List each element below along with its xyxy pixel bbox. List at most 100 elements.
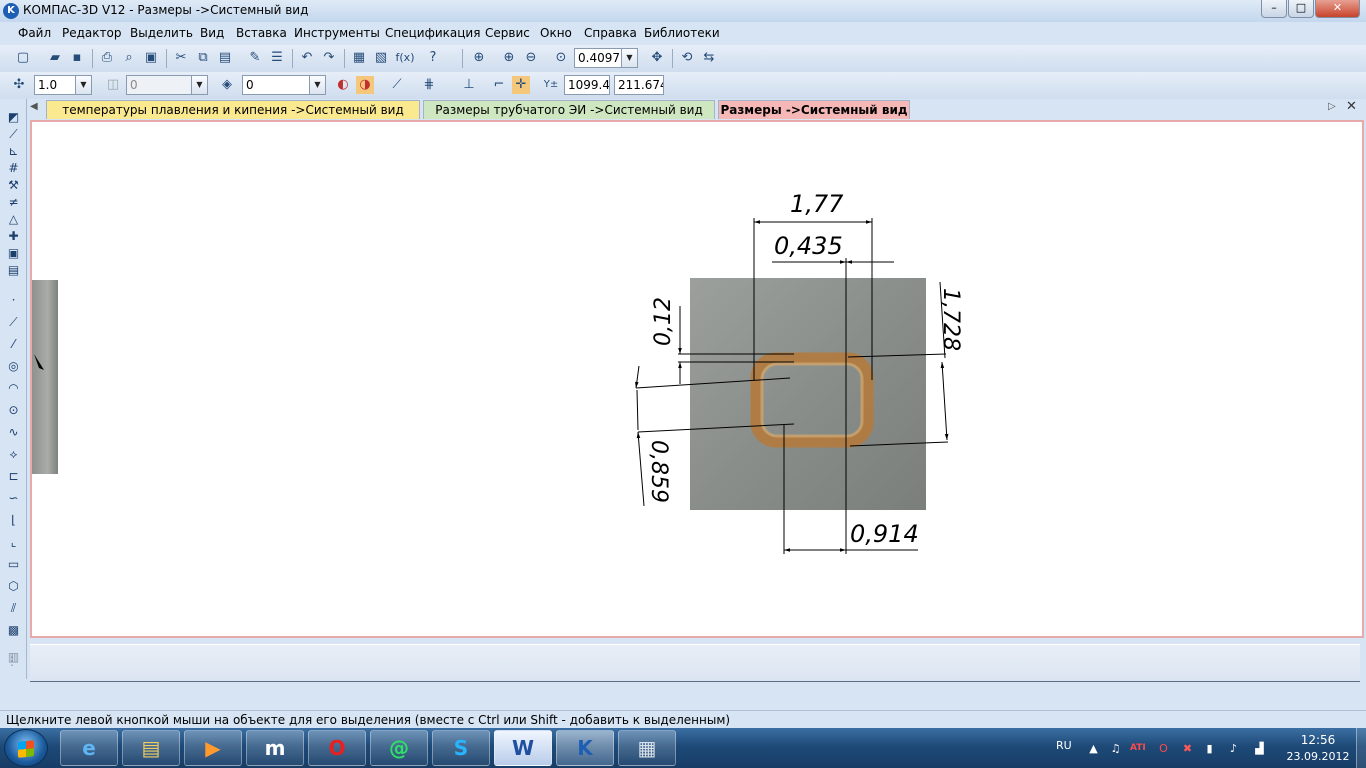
menu-editor[interactable]: Редактор (62, 26, 121, 40)
close-document-icon[interactable]: ✕ (1346, 99, 1357, 114)
close-button[interactable]: ✕ (1315, 0, 1360, 18)
copy-icon[interactable]: ⧉ (194, 49, 212, 67)
edit-icon[interactable]: ⚒ (5, 177, 22, 194)
taskbar-ie-button[interactable]: e (60, 730, 118, 766)
menu-file[interactable]: Файл (18, 26, 51, 40)
taskbar-explorer-button[interactable]: ▤ (122, 730, 180, 766)
point-icon[interactable]: · (5, 292, 22, 309)
zoom-out-icon[interactable]: ⊖ (522, 49, 540, 67)
menu-select[interactable]: Выделить (130, 26, 193, 40)
contour-icon[interactable]: ⬡ (5, 578, 22, 595)
tab-sizes-active[interactable]: Размеры ->Системный вид (718, 100, 910, 119)
grid-icon[interactable]: ⋕ (420, 76, 438, 94)
local-snap-icon[interactable]: ◑ (356, 76, 374, 94)
minimize-button[interactable]: – (1261, 0, 1287, 18)
undo-icon[interactable]: ↶ (298, 49, 316, 67)
tray-audio-app-icon[interactable]: ♫ (1108, 741, 1123, 756)
menu-view[interactable]: Вид (200, 26, 224, 40)
maximize-button[interactable]: □ (1288, 0, 1314, 18)
snap-magnet-icon[interactable]: ◐ (334, 76, 352, 94)
segment-icon[interactable]: ⁄ (5, 336, 22, 353)
taskbar-kompas-button[interactable]: K (556, 730, 614, 766)
measure-icon[interactable]: △ (5, 211, 22, 228)
language-indicator[interactable]: RU (1056, 739, 1072, 752)
geometry-icon[interactable]: ⟋ (5, 126, 22, 143)
taskbar-skype-button[interactable]: S (432, 730, 490, 766)
chevron-down-icon[interactable]: ▼ (75, 76, 91, 94)
cursor-coords-icon[interactable]: ✛ (512, 76, 530, 94)
ortho-icon[interactable]: ⟋ (388, 76, 406, 94)
tab-melting-boiling-temps[interactable]: температуры плавления и кипения ->Систем… (46, 100, 420, 119)
menu-insert[interactable]: Вставка (236, 26, 287, 40)
dimensions-icon[interactable]: ⊾ (5, 143, 22, 160)
refresh-view-icon[interactable]: ⟲ (678, 49, 696, 67)
layer-icon[interactable]: ◈ (218, 76, 236, 94)
fill-icon[interactable]: ▩ (5, 622, 22, 639)
clock-time[interactable]: 12:56 (1296, 733, 1340, 747)
taskbar-opera-button[interactable]: O (308, 730, 366, 766)
format-painter-icon[interactable]: ✎ (246, 49, 264, 67)
chamfer-icon[interactable]: ⌊ (5, 512, 22, 529)
chevron-down-icon[interactable]: ▼ (309, 76, 325, 94)
associative-views-icon[interactable]: ▣ (5, 245, 22, 262)
cursor-step-icon[interactable]: ✣ (10, 76, 28, 94)
zoom-in-icon[interactable]: ⊕ (500, 49, 518, 67)
start-button[interactable] (4, 729, 48, 767)
kompas-app-icon[interactable]: K (3, 3, 19, 19)
local-cs-icon[interactable]: ⊥ (460, 76, 478, 94)
select-icon[interactable]: ◩ (5, 109, 22, 126)
arc-icon[interactable]: ◠ (5, 380, 22, 397)
step-field[interactable]: 1.0 ▼ (34, 75, 92, 95)
selection-icon[interactable]: ✚ (5, 228, 22, 245)
coord-y-field[interactable]: 211.674 (614, 75, 664, 95)
tray-signal-icon[interactable]: ▟ (1252, 741, 1267, 756)
fillet-icon[interactable]: ⌞ (5, 534, 22, 551)
spline-icon[interactable]: ∿ (5, 424, 22, 441)
help-pointer-icon[interactable]: ? (424, 49, 442, 67)
cut-icon[interactable]: ✂ (172, 49, 190, 67)
tray-device-icon[interactable]: ▮ (1202, 741, 1217, 756)
clock-date[interactable]: 23.09.2012 (1283, 750, 1353, 763)
tray-network-error-icon[interactable]: ✖ (1180, 741, 1195, 756)
menu-specification[interactable]: Спецификация (385, 26, 480, 40)
redo-icon[interactable]: ↷ (320, 49, 338, 67)
taskbar-mail-agent-button[interactable]: @ (370, 730, 428, 766)
tray-volume-icon[interactable]: ♪ (1226, 741, 1241, 756)
drawing-canvas[interactable]: 1,77 0,435 0,12 1,728 0,859 0,914 (30, 120, 1364, 638)
manager-icon[interactable]: ▦ (350, 49, 368, 67)
bezier-icon[interactable]: ∽ (5, 490, 22, 507)
library-manager-icon[interactable]: ▧ (372, 49, 390, 67)
ellipse-icon[interactable]: ⊙ (5, 402, 22, 419)
zoom-scale-field[interactable]: 0.4097 ▼ (574, 48, 638, 68)
designations-icon[interactable]: # (5, 160, 22, 177)
rectangle-icon[interactable]: ▭ (5, 556, 22, 573)
tab-tubular-element-sizes[interactable]: Размеры трубчатого ЭИ ->Системный вид (423, 100, 715, 119)
coord-x-field[interactable]: 1099.4 (564, 75, 610, 95)
menu-window[interactable]: Окно (540, 26, 572, 40)
paste-icon[interactable]: ▤ (216, 49, 234, 67)
nurbs-icon[interactable]: ⟡ (5, 446, 22, 463)
tab-scroll-right-icon[interactable]: ▷ (1328, 101, 1336, 112)
save-icon[interactable]: ▪ (68, 49, 86, 67)
preview-icon[interactable]: ▣ (142, 49, 160, 67)
show-desktop-button[interactable] (1356, 728, 1366, 768)
previous-view-icon[interactable]: ⇆ (700, 49, 718, 67)
hatch-icon[interactable]: ⫽ (5, 600, 22, 617)
spec-icon[interactable]: ▤ (5, 262, 22, 279)
menu-tools[interactable]: Инструменты (294, 26, 380, 40)
auxiliary-line-icon[interactable]: ⟋ (5, 314, 22, 331)
function-icon[interactable]: f(x) (394, 49, 416, 67)
zoom-scale-icon[interactable]: ⊙ (552, 49, 570, 67)
taskbar-app-m-button[interactable]: m (246, 730, 304, 766)
circle-icon[interactable]: ◎ (5, 358, 22, 375)
tray-ati-icon[interactable]: ATI (1130, 741, 1146, 756)
menu-service[interactable]: Сервис (485, 26, 530, 40)
layer-field[interactable]: 0 ▼ (242, 75, 326, 95)
chevron-down-icon[interactable]: ▼ (621, 49, 637, 67)
properties-icon[interactable]: ☰ (268, 49, 286, 67)
menu-libraries[interactable]: Библиотеки (644, 26, 720, 40)
print-icon[interactable]: ⎙ (98, 49, 116, 67)
print-preview-icon[interactable]: ⌕ (120, 49, 138, 67)
orthogonal-mode-icon[interactable]: ⌐ (490, 76, 508, 94)
menu-help[interactable]: Справка (584, 26, 637, 40)
